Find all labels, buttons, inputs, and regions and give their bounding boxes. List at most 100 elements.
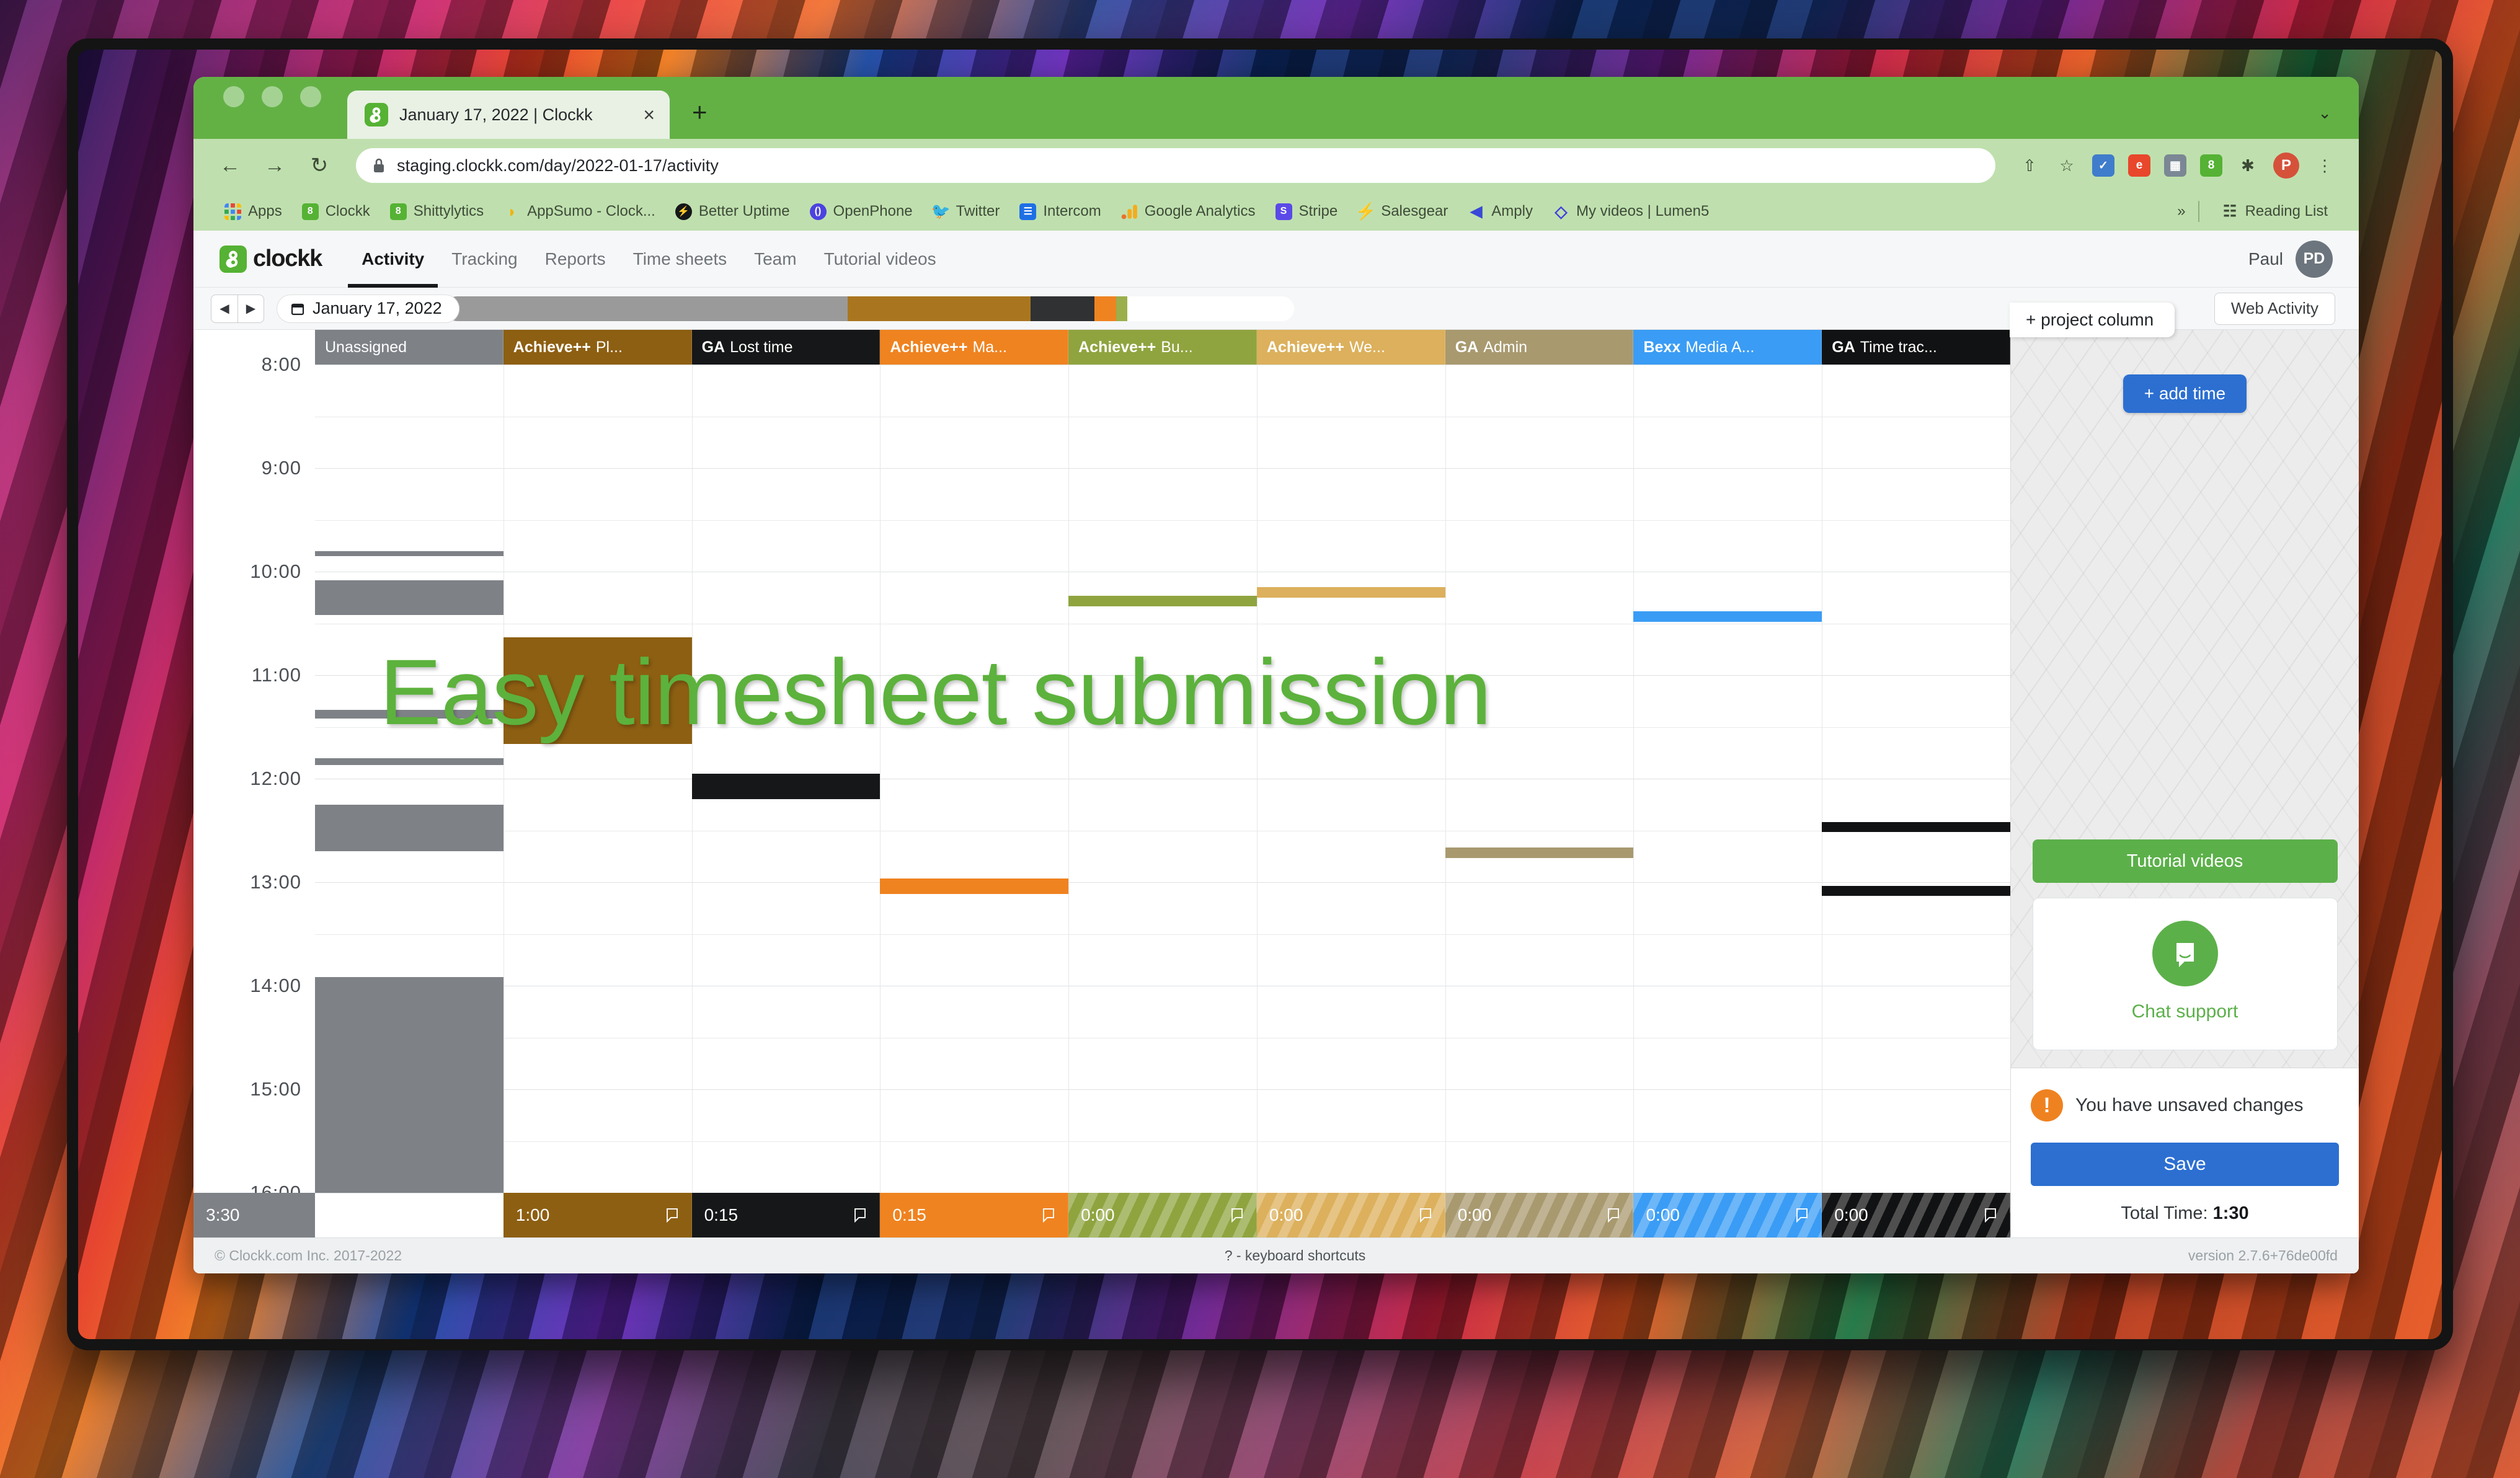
note-icon[interactable] [853,1208,867,1223]
column-total-ga-lost-time[interactable]: 0:15 [691,1193,881,1237]
address-bar[interactable]: staging.clockk.com/day/2022-01-17/activi… [356,148,1995,183]
column-total-ga-time-tracking[interactable]: 0:00 [1822,1193,2010,1237]
activity-block[interactable] [315,580,504,615]
note-icon[interactable] [1230,1208,1244,1223]
note-icon[interactable] [1607,1208,1620,1223]
grammarly-extension-icon[interactable]: ✓ [2092,154,2114,177]
activity-block[interactable] [315,551,504,556]
tab-reports[interactable]: Reports [531,231,619,288]
note-icon[interactable] [1419,1208,1432,1223]
tab-activity[interactable]: Activity [348,231,438,288]
bookmark-stripe[interactable]: S Stripe [1266,203,1348,220]
column-header-unassigned[interactable]: Unassigned [315,330,504,365]
new-tab-button[interactable]: + [692,99,708,125]
day-summary-bar[interactable] [444,296,1294,321]
bookmark-twitter[interactable]: 🐦 Twitter [923,203,1010,220]
reading-list-button[interactable]: ☷ Reading List [2212,203,2338,220]
bookmark-lumen5[interactable]: ◇ My videos | Lumen5 [1543,202,1719,221]
column-total-achieve-web[interactable]: 0:00 [1256,1193,1445,1237]
window-controls[interactable] [223,77,321,139]
activity-block[interactable] [315,804,504,851]
tab-tutorial-videos[interactable]: Tutorial videos [810,231,950,288]
add-project-column-button[interactable]: + project column [2010,303,2175,337]
activity-block[interactable] [1633,611,1822,622]
tab-tracking[interactable]: Tracking [438,231,531,288]
column-header-achieve-web[interactable]: Achieve++ We... [1256,330,1445,365]
clipboard-extension-icon[interactable]: ▦ [2164,154,2186,177]
column-header-achieve-build[interactable]: Achieve++ Bu... [1068,330,1257,365]
date-picker[interactable]: January 17, 2022 [277,294,459,323]
bookmark-intercom[interactable]: ☰ Intercom [1009,203,1111,220]
reload-icon[interactable]: ↻ [305,153,334,178]
bookmark-apps[interactable]: Apps [215,203,292,220]
column-header-ga-time-tracking[interactable]: GA Time trac... [1822,330,2010,365]
tutorial-videos-button[interactable]: Tutorial videos [2032,839,2338,883]
column-total-ga-admin[interactable]: 0:00 [1445,1193,1634,1237]
note-icon[interactable] [1042,1208,1055,1223]
bookmark-clockk[interactable]: 8 Clockk [292,203,380,220]
column-header-ga-admin[interactable]: GA Admin [1445,330,1634,365]
bookmark-shittylytics[interactable]: 8 Shittylytics [380,203,494,220]
chat-support-card[interactable]: Chat support [2032,898,2338,1050]
share-icon[interactable]: ⇧ [2018,154,2041,177]
date-stepper[interactable]: ◀ ▶ [211,294,264,323]
activity-block[interactable] [1822,885,2010,896]
bookmark-amply[interactable]: ◀ Amply [1458,203,1543,220]
column-header-ga-lost-time[interactable]: GA Lost time [691,330,881,365]
honey-extension-icon[interactable]: e [2128,154,2150,177]
puzzle-icon[interactable]: ✱ [2236,154,2260,177]
activity-block[interactable] [315,977,504,1193]
tab-time-sheets[interactable]: Time sheets [619,231,740,288]
chevron-down-icon[interactable]: ⌄ [2318,104,2331,123]
bookmarks-overflow-icon[interactable]: » [2177,203,2185,220]
column-header-bexx-media[interactable]: Bexx Media A... [1633,330,1822,365]
back-icon[interactable]: ← [216,154,244,178]
total-unassigned[interactable]: 3:30 [193,1193,315,1237]
bookmark-appsumo[interactable]: ◗ AppSumo - Clock... [494,202,665,221]
star-icon[interactable]: ☆ [2055,154,2079,177]
clockk-logo[interactable]: clockk [220,245,322,273]
column-header-achieve-marketing[interactable]: Achieve++ Ma... [880,330,1069,365]
tab-team[interactable]: Team [740,231,810,288]
bookmark-salesgear[interactable]: ⚡ Salesgear [1347,202,1458,221]
avatar[interactable]: PD [2296,240,2333,278]
activity-block[interactable] [880,878,1069,895]
column-total-achieve-build[interactable]: 0:00 [1068,1193,1257,1237]
column-total-achieve-marketing[interactable]: 0:15 [880,1193,1069,1237]
minimize-window-button[interactable] [262,86,283,107]
save-button[interactable]: Save [2031,1143,2339,1186]
bookmark-openphone[interactable]: () OpenPhone [800,203,923,220]
column-total-achieve-planning[interactable]: 1:00 [503,1193,692,1237]
activity-block[interactable] [691,773,881,800]
activity-block[interactable] [503,637,692,745]
activity-block[interactable] [1068,595,1257,606]
clockk-extension-icon[interactable]: 8 [2200,154,2222,177]
activity-block[interactable] [315,758,504,765]
keyboard-shortcuts-hint[interactable]: ? - keyboard shortcuts [1225,1247,1366,1264]
user-menu[interactable]: Paul PD [2248,240,2333,278]
close-icon[interactable]: × [643,105,655,125]
activity-block[interactable] [1822,821,2010,833]
url-text: staging.clockk.com/day/2022-01-17/activi… [397,156,719,175]
column-total-bexx-media[interactable]: 0:00 [1633,1193,1822,1237]
activity-block[interactable] [1256,587,1445,598]
browser-tab[interactable]: January 17, 2022 | Clockk × [347,91,670,139]
bookmark-google-analytics[interactable]: Google Analytics [1111,203,1266,220]
web-activity-button[interactable]: Web Activity [2214,292,2335,325]
profile-avatar[interactable]: P [2273,153,2299,179]
activity-block[interactable] [315,709,504,719]
maximize-window-button[interactable] [300,86,321,107]
note-icon[interactable] [1984,1208,1997,1223]
add-time-button[interactable]: + add time [2123,374,2247,413]
note-icon[interactable] [665,1208,679,1223]
bookmark-better-uptime[interactable]: ⚡ Better Uptime [665,203,800,220]
prev-day-button[interactable]: ◀ [211,295,237,322]
next-day-button[interactable]: ▶ [237,294,264,322]
column-header-achieve-planning[interactable]: Achieve++ Pl... [503,330,692,365]
forward-icon[interactable]: → [260,154,289,178]
note-icon[interactable] [1795,1208,1809,1223]
close-window-button[interactable] [223,86,244,107]
activity-plot[interactable] [315,365,2010,1193]
browser-menu-icon[interactable]: ⋮ [2313,154,2336,177]
activity-block[interactable] [1445,847,1634,859]
